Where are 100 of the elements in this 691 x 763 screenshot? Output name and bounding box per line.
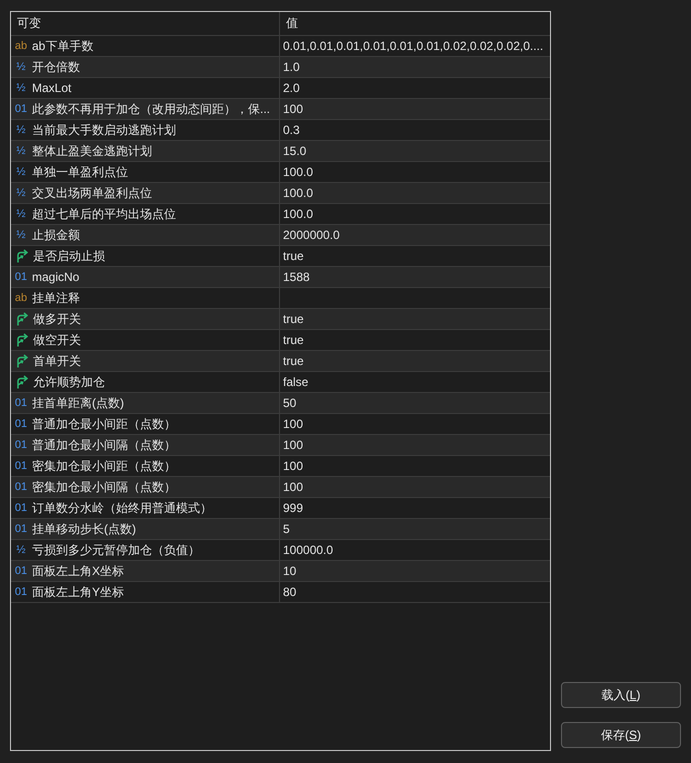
table-row[interactable]: ½ 整体止盈美金逃跑计划 15.0 (11, 141, 550, 162)
load-button[interactable]: 载入(L) (561, 682, 681, 708)
table-row[interactable]: 01 订单数分水岭（始终用普通模式） 999 (11, 498, 550, 519)
table-row[interactable]: ab ab下单手数 0.01,0.01,0.01,0.01,0.01,0.01,0.02,0.02,0.02,0.... (11, 36, 550, 57)
column-header[interactable]: 值 (280, 12, 550, 35)
table-row[interactable]: 01 面板左上角X坐标 10 (11, 561, 550, 582)
value-cell[interactable]: 100 (280, 435, 550, 455)
value-cell[interactable]: true (280, 309, 550, 329)
value-cell[interactable]: 100.0 (280, 183, 550, 203)
parameter-name: 挂单移动步长(点数) (32, 521, 136, 538)
parameter-name: 单独一单盈利点位 (32, 164, 128, 181)
fraction-type-icon: ½ (13, 207, 29, 221)
value-cell[interactable]: true (280, 351, 550, 371)
value-cell[interactable]: 100 (280, 477, 550, 497)
value-cell[interactable]: 1.0 (280, 57, 550, 77)
parameter-name: 密集加仓最小间隔（点数） (32, 479, 176, 496)
column-header[interactable]: 可变 (11, 12, 280, 35)
table-row[interactable]: ½ 单独一单盈利点位 100.0 (11, 162, 550, 183)
parameter-name: 首单开关 (33, 353, 81, 370)
value-cell[interactable]: false (280, 372, 550, 392)
parameter-name: 亏损到多少元暂停加仓（负值） (32, 542, 200, 559)
value-cell[interactable]: 100 (280, 456, 550, 476)
parameter-name: 止损金额 (32, 227, 80, 244)
fraction-type-icon: ½ (13, 228, 29, 242)
value-cell[interactable]: 1588 (280, 267, 550, 287)
table-row[interactable]: ½ 当前最大手数启动逃跑计划 0.3 (11, 120, 550, 141)
branch-arrow-icon (15, 312, 29, 326)
integer-type-icon: 01 (13, 480, 29, 494)
value-cell[interactable]: true (280, 330, 550, 350)
fraction-type-icon: ½ (13, 186, 29, 200)
parameter-name: 做空开关 (33, 332, 81, 349)
table-row[interactable]: ½ MaxLot 2.0 (11, 78, 550, 99)
value-cell[interactable]: true (280, 246, 550, 266)
parameter-name: 此参数不再用于加仓（改用动态间距），保... (32, 101, 270, 118)
parameter-name: 做多开关 (33, 311, 81, 328)
table-row[interactable]: 允许顺势加仓 false (11, 372, 550, 393)
table-row[interactable]: 01 此参数不再用于加仓（改用动态间距），保... 100 (11, 99, 550, 120)
integer-type-icon: 01 (13, 459, 29, 473)
integer-type-icon: 01 (13, 501, 29, 515)
value-cell[interactable]: 0.3 (280, 120, 550, 140)
value-cell[interactable]: 0.01,0.01,0.01,0.01,0.01,0.01,0.02,0.02,0.02,0.... (280, 36, 550, 56)
value-cell[interactable]: 50 (280, 393, 550, 413)
parameter-name: 是否启动止损 (33, 248, 105, 265)
string-type-icon: ab (13, 291, 29, 305)
fraction-type-icon: ½ (13, 165, 29, 179)
integer-type-icon: 01 (13, 270, 29, 284)
value-cell[interactable]: 100 (280, 414, 550, 434)
integer-type-icon: 01 (13, 396, 29, 410)
fraction-type-icon: ½ (13, 543, 29, 557)
table-row[interactable]: 做空开关 true (11, 330, 550, 351)
save-button[interactable]: 保存(S) (561, 722, 681, 748)
value-cell[interactable]: 100 (280, 99, 550, 119)
table-row[interactable]: ½ 亏损到多少元暂停加仓（负值） 100000.0 (11, 540, 550, 561)
table-row[interactable]: ½ 开仓倍数 1.0 (11, 57, 550, 78)
parameter-name: 当前最大手数启动逃跑计划 (32, 122, 176, 139)
parameter-name: 面板左上角Y坐标 (32, 584, 124, 601)
table-row[interactable]: 01 普通加仓最小间隔（点数） 100 (11, 435, 550, 456)
value-cell[interactable]: 2000000.0 (280, 225, 550, 245)
value-cell[interactable]: 5 (280, 519, 550, 539)
value-cell[interactable]: 100.0 (280, 204, 550, 224)
parameter-name: 允许顺势加仓 (33, 374, 105, 391)
value-cell[interactable]: 80 (280, 582, 550, 602)
integer-type-icon: 01 (13, 417, 29, 431)
table-row[interactable]: 01 挂单移动步长(点数) 5 (11, 519, 550, 540)
value-cell[interactable]: 100000.0 (280, 540, 550, 560)
value-cell[interactable]: 15.0 (280, 141, 550, 161)
value-cell[interactable]: 999 (280, 498, 550, 518)
table-row[interactable]: 做多开关 true (11, 309, 550, 330)
table-row[interactable]: ½ 超过七单后的平均出场点位 100.0 (11, 204, 550, 225)
value-cell[interactable]: 2.0 (280, 78, 550, 98)
value-cell[interactable]: 100.0 (280, 162, 550, 182)
parameter-name: 普通加仓最小间隔（点数） (32, 437, 176, 454)
string-type-icon: ab (13, 39, 29, 53)
table-row[interactable]: 首单开关 true (11, 351, 550, 372)
branch-arrow-icon (15, 354, 29, 368)
table-row[interactable]: 01 密集加仓最小间距（点数） 100 (11, 456, 550, 477)
parameter-name: 整体止盈美金逃跑计划 (32, 143, 152, 160)
parameter-name: 挂单注释 (32, 290, 80, 307)
integer-type-icon: 01 (13, 522, 29, 536)
parameter-name: MaxLot (32, 80, 72, 97)
fraction-type-icon: ½ (13, 123, 29, 137)
branch-arrow-icon (15, 375, 29, 389)
integer-type-icon: 01 (13, 102, 29, 116)
value-cell[interactable]: 10 (280, 561, 550, 581)
table-row[interactable]: 01 普通加仓最小间距（点数） 100 (11, 414, 550, 435)
parameter-name: 挂首单距离(点数) (32, 395, 124, 412)
table-row[interactable]: ab 挂单注释 (11, 288, 550, 309)
table-row[interactable]: ½ 交叉出场两单盈利点位 100.0 (11, 183, 550, 204)
branch-arrow-icon (15, 333, 29, 347)
fraction-type-icon: ½ (13, 81, 29, 95)
table-row[interactable]: 01 挂首单距离(点数) 50 (11, 393, 550, 414)
table-row[interactable]: ½ 止损金额 2000000.0 (11, 225, 550, 246)
parameter-name: ab下单手数 (32, 38, 94, 55)
parameter-name: 密集加仓最小间距（点数） (32, 458, 176, 475)
parameter-name: 订单数分水岭（始终用普通模式） (32, 500, 212, 517)
table-row[interactable]: 01 面板左上角Y坐标 80 (11, 582, 550, 603)
table-row[interactable]: 是否启动止损 true (11, 246, 550, 267)
integer-type-icon: 01 (13, 585, 29, 599)
table-row[interactable]: 01 密集加仓最小间隔（点数） 100 (11, 477, 550, 498)
table-row[interactable]: 01 magicNo 1588 (11, 267, 550, 288)
